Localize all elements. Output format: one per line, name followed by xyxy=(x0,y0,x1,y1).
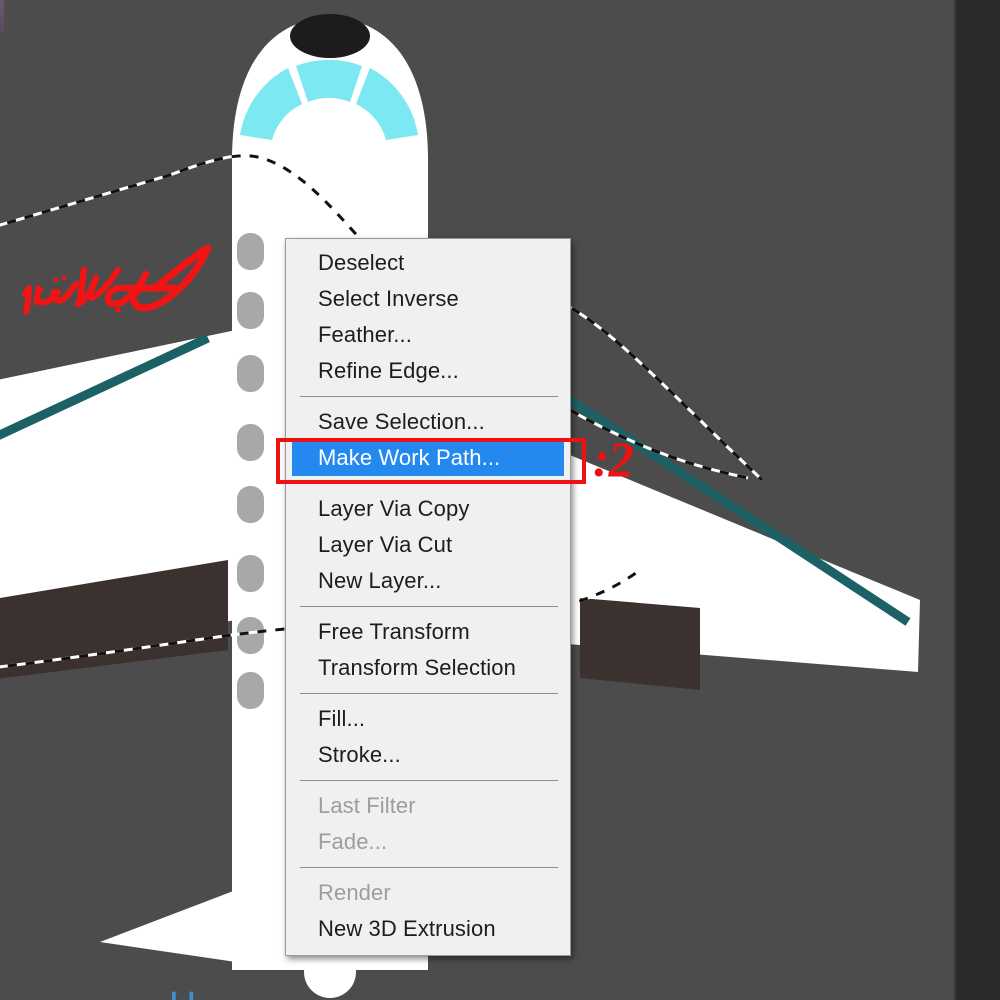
menu-item-new-3d-extrusion[interactable]: New 3D Extrusion xyxy=(286,911,570,947)
menu-item-transform-selection[interactable]: Transform Selection xyxy=(286,650,570,686)
annotation-step-2: :2 xyxy=(593,431,634,487)
menu-item-feather[interactable]: Feather... xyxy=(286,317,570,353)
menu-item-last-filter: Last Filter xyxy=(318,793,416,818)
menu-item-save-selection[interactable]: Save Selection... xyxy=(286,404,570,440)
menu-item-free-transform[interactable]: Free Transform xyxy=(286,614,570,650)
photoshop-canvas-screenshot: Deselect Select Inverse Feather... Refin… xyxy=(0,0,1000,1000)
menu-separator xyxy=(300,606,558,607)
menu-separator xyxy=(300,867,558,868)
menu-item-layer-via-copy[interactable]: Layer Via Copy xyxy=(286,491,570,527)
left-tail-fin xyxy=(100,890,236,962)
menu-item-make-work-path[interactable]: Make Work Path... xyxy=(292,440,564,476)
menu-separator xyxy=(300,780,558,781)
menu-item-fill[interactable]: Fill... xyxy=(286,701,570,737)
right-engine xyxy=(580,598,700,690)
menu-item-deselect[interactable]: Deselect xyxy=(286,245,570,281)
menu-item-new-layer[interactable]: New Layer... xyxy=(286,563,570,599)
menu-item-stroke[interactable]: Stroke... xyxy=(286,737,570,773)
bottom-caption: دانلود xyxy=(140,988,209,1000)
menu-item-layer-via-cut[interactable]: Layer Via Cut xyxy=(286,527,570,563)
selection-context-menu[interactable]: Deselect Select Inverse Feather... Refin… xyxy=(285,238,571,956)
menu-item-fade: Fade... xyxy=(318,829,388,854)
menu-separator xyxy=(300,693,558,694)
menu-item-render: Render xyxy=(318,880,391,905)
menu-item-select-inverse[interactable]: Select Inverse xyxy=(286,281,570,317)
menu-separator xyxy=(300,483,558,484)
nose-cone xyxy=(290,14,370,58)
right-panel-gutter xyxy=(956,0,1000,1000)
menu-item-refine-edge[interactable]: Refine Edge... xyxy=(286,353,570,389)
menu-separator xyxy=(300,396,558,397)
annotation-step-1 xyxy=(22,244,212,315)
